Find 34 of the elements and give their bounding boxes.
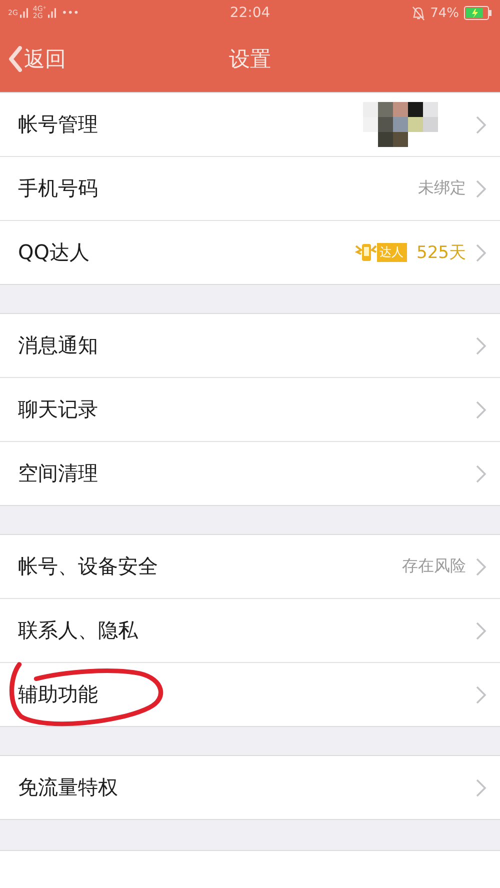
row-value: 未绑定 — [418, 178, 466, 199]
row-label: 辅助功能 — [18, 681, 98, 708]
row-label: 手机号码 — [18, 175, 98, 202]
row-label: 消息通知 — [18, 332, 98, 359]
signal-icon — [20, 7, 28, 19]
chevron-right-icon — [476, 622, 486, 640]
battery-percent: 74% — [430, 6, 459, 20]
battery-icon — [464, 6, 492, 20]
settings-row[interactable]: 辅助功能 — [0, 662, 500, 726]
row-label: 帐号、设备安全 — [18, 553, 158, 580]
row-label: 帐号管理 — [18, 111, 98, 138]
row-label: 空间清理 — [18, 460, 98, 487]
clock: 22:04 — [230, 5, 270, 21]
winged-phone-icon — [354, 242, 377, 264]
signal-icon — [48, 7, 56, 19]
row-label: 联系人、隐私 — [18, 617, 138, 644]
chevron-right-icon — [476, 464, 486, 482]
chevron-right-icon — [476, 400, 486, 418]
chevron-right-icon — [476, 336, 486, 354]
chevron-right-icon — [476, 778, 486, 796]
row-label: QQ达人 — [18, 239, 90, 266]
chevron-right-icon — [476, 686, 486, 704]
chevron-right-icon — [476, 244, 486, 262]
chevron-right-icon — [476, 180, 486, 198]
row-value: 525天 — [416, 242, 466, 264]
chevron-right-icon — [476, 558, 486, 576]
chevron-right-icon — [476, 116, 486, 134]
page-title: 设置 — [229, 46, 271, 73]
muted-bell-icon — [412, 6, 426, 20]
row-label: 免流量特权 — [18, 774, 118, 801]
row-value: 存在风险 — [402, 556, 466, 577]
row-label: 聊天记录 — [18, 396, 98, 423]
chevron-left-icon — [8, 46, 22, 72]
more-indicator: ••• — [61, 8, 80, 18]
